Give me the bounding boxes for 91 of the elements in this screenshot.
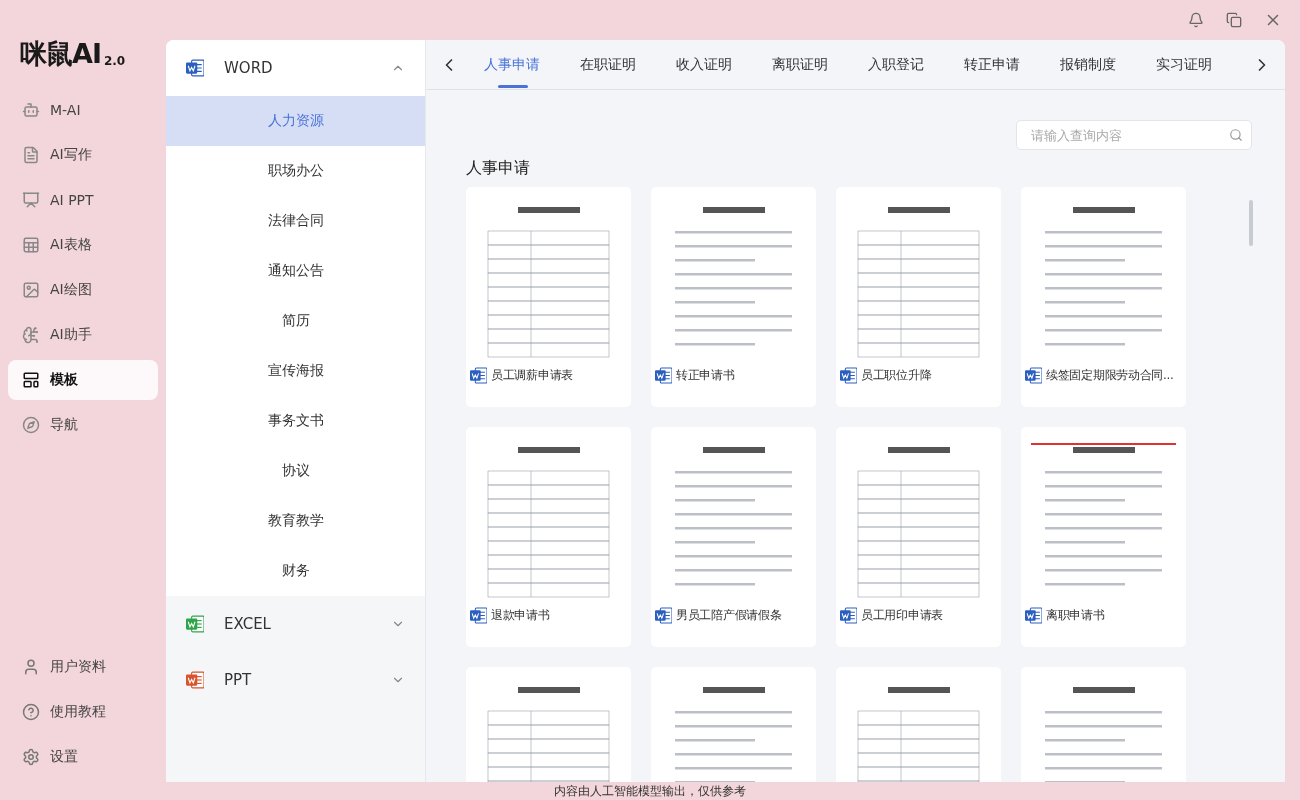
document-icon xyxy=(22,146,40,164)
category-item[interactable]: 财务 xyxy=(166,546,425,596)
nav-item[interactable]: 用户资料 xyxy=(8,647,158,687)
template-title: 转正申请书 xyxy=(676,367,735,384)
nav-label: 用户资料 xyxy=(50,658,106,676)
file-type-icon xyxy=(840,607,857,624)
category-item[interactable]: 教育教学 xyxy=(166,496,425,546)
nav-label: AI写作 xyxy=(50,146,92,164)
category-item[interactable]: 宣传海报 xyxy=(166,346,425,396)
version-label: 2.0 xyxy=(103,54,126,68)
tab[interactable]: 人事申请 xyxy=(464,40,560,89)
template-card[interactable]: 转正申请书 xyxy=(651,187,816,407)
restore-icon[interactable] xyxy=(1226,12,1242,28)
file-type-icon xyxy=(1025,367,1042,384)
nav-label: AI PPT xyxy=(50,192,94,208)
nav-label: AI绘图 xyxy=(50,281,92,299)
category-label: WORD xyxy=(224,59,274,77)
category-item[interactable]: 法律合同 xyxy=(166,196,425,246)
scrollbar[interactable] xyxy=(1249,200,1253,246)
nav-item[interactable]: AI写作 xyxy=(8,135,158,175)
image-icon xyxy=(22,281,40,299)
template-card[interactable]: 退款申请书 xyxy=(466,427,631,647)
category-item[interactable]: 职场办公 xyxy=(166,146,425,196)
nav-item[interactable]: AI表格 xyxy=(8,225,158,265)
nav-label: AI表格 xyxy=(50,236,92,254)
presentation-icon xyxy=(22,191,40,209)
brain-icon xyxy=(22,326,40,344)
nav-label: 使用教程 xyxy=(50,703,106,721)
tab[interactable]: 入职登记 xyxy=(848,40,944,89)
category-label: PPT xyxy=(224,671,253,689)
template-card[interactable]: 续签固定期限劳动合同... xyxy=(1021,187,1186,407)
notification-icon[interactable] xyxy=(1188,12,1204,28)
category-item[interactable]: 事务文书 xyxy=(166,396,425,446)
category-item[interactable]: 人力资源 xyxy=(166,96,425,146)
file-type-icon xyxy=(186,615,204,633)
tab[interactable]: 转正申请 xyxy=(944,40,1040,89)
help-icon xyxy=(22,703,40,721)
nav-item[interactable]: 导航 xyxy=(8,405,158,445)
nav-item[interactable]: 设置 xyxy=(8,737,158,777)
tab[interactable]: 在职证明 xyxy=(560,40,656,89)
template-title: 离职申请书 xyxy=(1046,607,1105,624)
template-title: 退款申请书 xyxy=(491,607,550,624)
file-type-icon xyxy=(655,367,672,384)
nav-label: 导航 xyxy=(50,416,78,434)
tab[interactable]: 收入证明 xyxy=(656,40,752,89)
nav-label: 模板 xyxy=(50,371,78,389)
category-label: EXCEL xyxy=(224,615,272,633)
category-item[interactable]: 通知公告 xyxy=(166,246,425,296)
template-title: 男员工陪产假请假条 xyxy=(676,607,782,624)
nav-label: AI助手 xyxy=(50,326,92,344)
file-type-icon xyxy=(840,367,857,384)
template-card[interactable]: 男员工陪产假请假条 xyxy=(651,427,816,647)
section-title: 人事申请 xyxy=(465,157,531,179)
file-type-icon xyxy=(655,607,672,624)
category-item[interactable]: 简历 xyxy=(166,296,425,346)
nav-item[interactable]: AI绘图 xyxy=(8,270,158,310)
nav-item[interactable]: M-AI xyxy=(8,90,158,130)
robot-icon xyxy=(22,101,40,119)
nav-item[interactable]: 模板 xyxy=(8,360,158,400)
app-logo: 咪鼠AI xyxy=(20,37,101,71)
category-header[interactable]: WORD xyxy=(166,40,425,96)
file-type-icon xyxy=(186,671,204,689)
tab[interactable]: 实习证明 xyxy=(1136,40,1232,89)
nav-item[interactable]: AI助手 xyxy=(8,315,158,355)
template-card[interactable]: 员工用印申请表 xyxy=(836,427,1001,647)
template-title: 续签固定期限劳动合同... xyxy=(1046,367,1174,384)
search-field[interactable]: 请输入查询内容 xyxy=(1016,120,1252,150)
search-icon xyxy=(1229,128,1243,142)
tab[interactable]: 离职证明 xyxy=(752,40,848,89)
compass-icon xyxy=(22,416,40,434)
nav-label: 设置 xyxy=(50,748,78,766)
template-card[interactable]: 员工调薪申请表 xyxy=(466,187,631,407)
disclaimer-text: 内容由人工智能模型输出，仅供参考 xyxy=(554,782,746,800)
file-type-icon xyxy=(470,607,487,624)
nav-item[interactable]: AI PPT xyxy=(8,180,158,220)
category-item[interactable]: 协议 xyxy=(166,446,425,496)
settings-icon xyxy=(22,748,40,766)
nav-label: M-AI xyxy=(50,102,81,118)
file-type-icon xyxy=(186,59,204,77)
nav-item[interactable]: 使用教程 xyxy=(8,692,158,732)
spreadsheet-icon xyxy=(22,236,40,254)
template-title: 员工职位升降 xyxy=(861,367,932,384)
template-title: 员工用印申请表 xyxy=(861,607,943,624)
user-icon xyxy=(22,658,40,676)
template-title: 员工调薪申请表 xyxy=(491,367,573,384)
template-card[interactable]: 离职申请书 xyxy=(1021,427,1186,647)
template-icon xyxy=(22,371,40,389)
file-type-icon xyxy=(1025,607,1042,624)
file-type-icon xyxy=(470,367,487,384)
template-card[interactable]: 员工职位升降 xyxy=(836,187,1001,407)
tab[interactable]: 报销制度 xyxy=(1040,40,1136,89)
